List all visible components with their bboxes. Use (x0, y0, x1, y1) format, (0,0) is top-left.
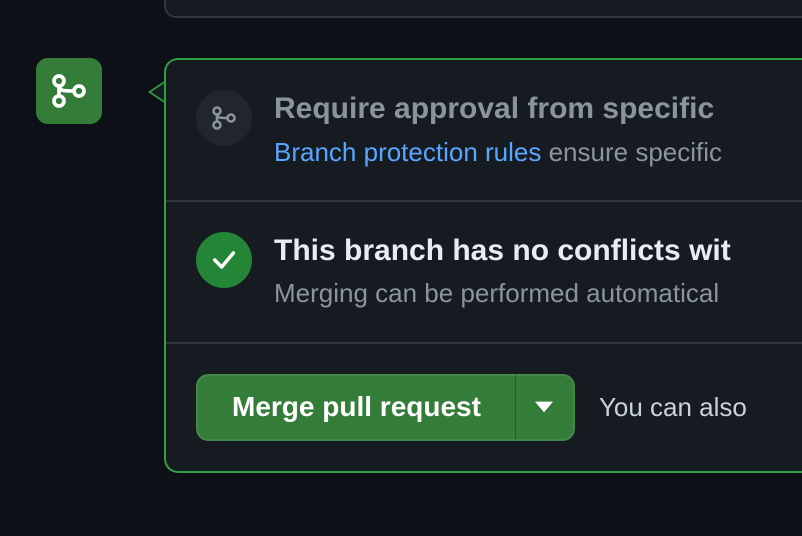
merge-pull-request-button[interactable]: Merge pull request (196, 374, 515, 441)
approval-status-circle (196, 90, 252, 146)
approval-subtext-rest: ensure specific (541, 137, 722, 167)
approval-title: Require approval from specific (274, 90, 802, 128)
merge-panel: Require approval from specific Branch pr… (164, 58, 802, 473)
conflict-status-circle (196, 232, 252, 288)
merge-action-row: Merge pull request You can also (166, 342, 802, 471)
approval-body: Require approval from specific Branch pr… (274, 90, 802, 170)
approval-section: Require approval from specific Branch pr… (166, 60, 802, 200)
merge-status-badge (36, 58, 102, 124)
approval-subtext: Branch protection rules ensure specific (274, 134, 802, 170)
caret-down-icon (535, 401, 553, 413)
previous-box-edge (164, 0, 802, 18)
conflict-title: This branch has no conflicts wit (274, 232, 802, 270)
check-icon (210, 246, 238, 274)
merge-options-dropdown-button[interactable] (515, 374, 575, 441)
branch-protection-link[interactable]: Branch protection rules (274, 137, 541, 167)
conflict-body: This branch has no conflicts wit Merging… (274, 232, 802, 312)
conflict-section: This branch has no conflicts wit Merging… (166, 200, 802, 342)
git-merge-icon (210, 104, 238, 132)
git-merge-icon (49, 71, 89, 111)
merge-button-group: Merge pull request (196, 374, 575, 441)
conflict-subtext: Merging can be performed automatical (274, 275, 802, 311)
merge-hint-text: You can also (599, 392, 747, 423)
